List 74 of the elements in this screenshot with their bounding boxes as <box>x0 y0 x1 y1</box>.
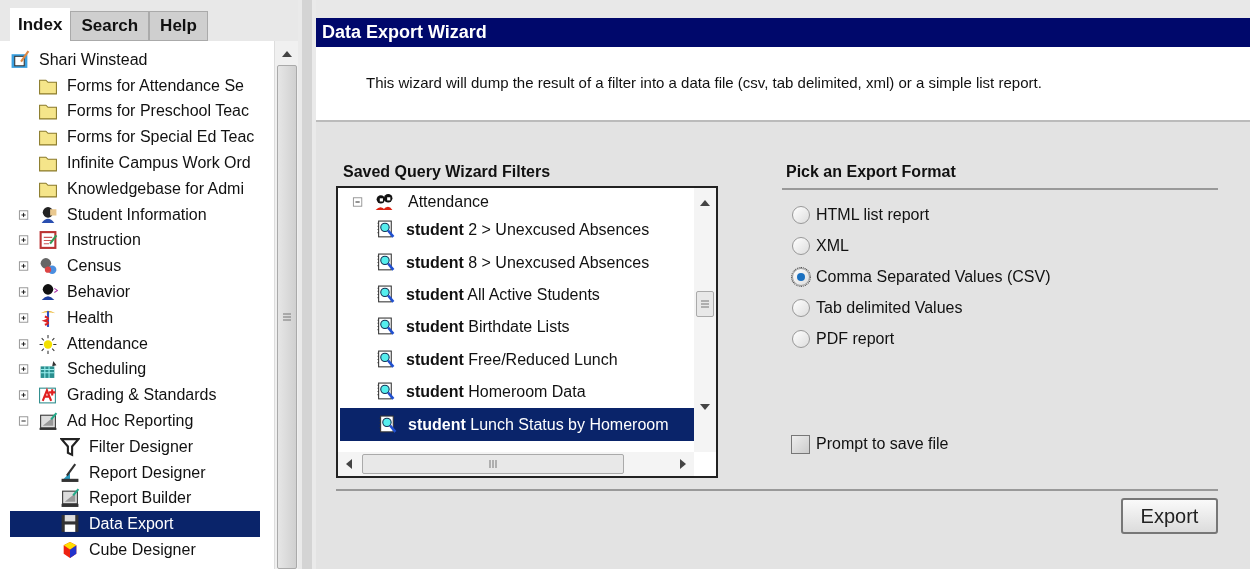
tree-item[interactable]: Forms for Special Ed Teac <box>64 125 258 150</box>
scroll-down-icon[interactable] <box>700 404 710 410</box>
tree-item[interactable]: Scheduling <box>64 357 150 382</box>
grade-icon <box>38 385 58 406</box>
tree-item[interactable]: Cube Designer <box>86 538 199 563</box>
export-button[interactable]: Export <box>1121 498 1218 534</box>
filter-item[interactable]: student Homeroom Data <box>406 380 586 405</box>
user-icon <box>10 49 30 70</box>
ruler-icon <box>60 462 80 483</box>
checkbox[interactable] <box>791 434 810 454</box>
tree-item[interactable]: Ad Hoc Reporting <box>64 409 197 434</box>
filter-item[interactable]: student 2 > Unexcused Absences <box>406 218 650 243</box>
tree-item[interactable]: Instruction <box>64 228 144 253</box>
search-icon <box>378 414 398 435</box>
tree-item[interactable]: Forms for Attendance Se <box>64 73 247 98</box>
tab[interactable]: Index <box>10 8 71 41</box>
filter-item[interactable]: student 8 > Unexcused Absences <box>406 250 650 275</box>
tree-item[interactable]: Forms for Preschool Teac <box>64 99 252 124</box>
radio-label[interactable]: XML <box>816 234 849 258</box>
search-icon <box>376 349 396 370</box>
intro-text: This wizard will dump the result of a filter into a data file (csv, tab delimited, xml) or a simple list report. <box>366 73 1042 94</box>
people-icon <box>374 192 394 212</box>
radio-label[interactable]: Tab delimited Values <box>816 296 963 320</box>
scroll-up-icon[interactable] <box>281 51 292 57</box>
scrollbar[interactable] <box>274 41 298 569</box>
chart-icon <box>38 411 58 432</box>
horizontal-scrollbar[interactable] <box>338 452 694 476</box>
tree-item[interactable]: Behavior <box>64 280 134 305</box>
scroll-thumb[interactable] <box>362 454 624 474</box>
scroll-right-icon[interactable] <box>680 459 686 469</box>
radio-button[interactable] <box>792 206 810 224</box>
tree-item[interactable]: Knowledgebase for Admi <box>64 176 247 201</box>
tree-item[interactable]: Report Builder <box>86 486 195 511</box>
radio-button[interactable] <box>792 237 810 255</box>
vertical-scrollbar[interactable] <box>694 188 716 452</box>
chart-icon <box>60 488 80 509</box>
scroll-left-icon[interactable] <box>346 459 352 469</box>
search-icon <box>376 252 396 273</box>
radio-label[interactable]: PDF report <box>816 327 895 351</box>
filter-item[interactable]: student Birthdate Lists <box>406 315 570 340</box>
tree-item[interactable]: Attendance <box>64 331 151 356</box>
tree-item[interactable]: Health <box>64 305 117 330</box>
radio-button[interactable] <box>792 330 810 348</box>
tree-item[interactable]: Student Information <box>64 202 210 227</box>
filter-item[interactable]: student Free/Reduced Lunch <box>406 347 618 372</box>
radio-label[interactable]: HTML list report <box>816 203 930 227</box>
search-icon <box>376 284 396 305</box>
tab[interactable]: Search <box>70 11 150 41</box>
tab[interactable]: Help <box>149 11 208 41</box>
tree-item[interactable]: Attendance <box>402 190 489 214</box>
tree-item[interactable]: Filter Designer <box>86 434 197 459</box>
tree-item[interactable]: Infinite Campus Work Ord <box>64 151 254 176</box>
radio-label[interactable]: Comma Separated Values (CSV) <box>816 265 1051 289</box>
scroll-thumb[interactable] <box>276 65 297 569</box>
funnel-icon <box>60 436 80 457</box>
grid-icon <box>38 359 58 380</box>
search-icon <box>376 220 396 241</box>
tree-item[interactable]: Report Designer <box>86 460 209 485</box>
scroll-thumb[interactable] <box>696 291 714 317</box>
people-icon <box>38 256 58 277</box>
scroll-up-icon[interactable] <box>700 200 710 206</box>
window-title: Data Export Wizard <box>316 18 1250 47</box>
tree-item[interactable]: Census <box>64 254 125 279</box>
checkbox-label[interactable]: Prompt to save file <box>816 432 949 456</box>
notebook-icon <box>38 230 58 251</box>
section-heading: Saved Query Wizard Filters <box>342 162 552 182</box>
tree-item[interactable]: Grading & Standards <box>64 383 220 408</box>
section-heading: Pick an Export Format <box>782 160 1218 190</box>
radio-button[interactable] <box>792 268 810 286</box>
radio-button[interactable] <box>792 299 810 317</box>
filter-item[interactable]: student All Active Students <box>406 282 600 307</box>
search-icon <box>376 317 396 338</box>
tree-item[interactable]: Shari Winstead <box>36 47 151 72</box>
search-icon <box>376 382 396 403</box>
